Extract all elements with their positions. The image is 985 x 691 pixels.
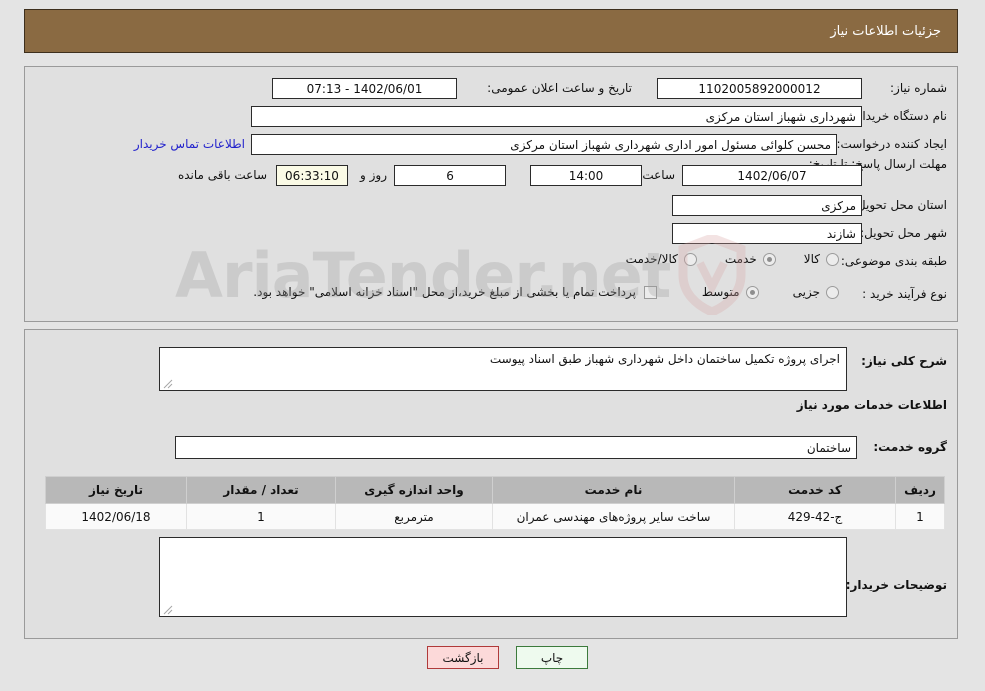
table-row: 1 ج-42-429 ساخت سایر پروژه‌های مهندسی عم… [45, 503, 945, 530]
treasury-bonds-checkbox[interactable] [644, 285, 657, 299]
process-option-jozei-label: جزیی [792, 285, 820, 299]
cell-qty: 1 [186, 503, 336, 530]
need-info-panel: شماره نیاز: 1102005892000012 تاریخ و ساع… [24, 66, 958, 322]
creator-label: ایجاد کننده درخواست: [836, 137, 947, 151]
resize-grip-icon[interactable] [163, 379, 173, 389]
col-name: نام خدمت [492, 476, 735, 504]
category-option-kala-khedmat[interactable]: کالا/خدمت [626, 252, 697, 266]
public-announce-label: تاریخ و ساعت اعلان عمومی: [487, 81, 632, 95]
service-group-label: گروه خدمت: [873, 440, 947, 454]
col-row: ردیف [895, 476, 945, 504]
need-description-label: شرح کلی نیاز: [861, 354, 947, 368]
province-label: استان محل تحویل: [852, 198, 947, 212]
city-value: شازند [672, 223, 862, 244]
city-label: شهر محل تحویل: [860, 226, 947, 240]
services-table: ردیف کد خدمت نام خدمت واحد اندازه گیری ت… [45, 476, 945, 530]
buyer-org-label: نام دستگاه خریدار: [852, 109, 948, 123]
page-header: جزئیات اطلاعات نیاز [24, 9, 958, 53]
treasury-bonds-row: پرداخت تمام یا بخشی از مبلغ خرید،از محل … [253, 285, 657, 299]
service-group-value: ساختمان [175, 436, 857, 459]
buyer-notes-label: توضیحات خریدار: [845, 578, 947, 592]
need-number-label: شماره نیاز: [890, 81, 947, 95]
public-announce-label-wrap: تاریخ و ساعت اعلان عمومی: [487, 81, 632, 95]
buyer-org-label-wrap: نام دستگاه خریدار: [853, 109, 948, 123]
deadline-hour-label: ساعت [642, 168, 675, 182]
category-option-khedmat-label: خدمت [724, 252, 757, 266]
buyer-notes-textarea[interactable] [159, 537, 847, 617]
city-label-wrap: شهر محل تحویل: [860, 226, 947, 240]
need-description-textarea[interactable]: اجرای پروژه تکمیل ساختمان داخل شهرداری ش… [159, 347, 847, 391]
need-number-value: 1102005892000012 [657, 78, 862, 99]
print-button[interactable]: چاپ [516, 646, 588, 669]
page-title: جزئیات اطلاعات نیاز [830, 23, 941, 39]
buyer-contact-link[interactable]: اطلاعات تماس خریدار [134, 137, 245, 151]
category-option-kala[interactable]: کالا [804, 252, 839, 266]
category-radio-group: کالا خدمت کالا/خدمت [626, 252, 839, 266]
public-announce-value: 1402/06/01 - 07:13 [272, 78, 457, 99]
buyer-org-value: شهرداری شهباز استان مرکزی [251, 106, 862, 127]
cell-date: 1402/06/18 [45, 503, 187, 530]
process-label: نوع فرآیند خرید : [862, 287, 947, 301]
category-option-kala-khedmat-label: کالا/خدمت [625, 252, 678, 266]
back-button[interactable]: بازگشت [427, 646, 499, 669]
creator-label-wrap: ایجاد کننده درخواست: [836, 137, 947, 151]
deadline-hour-value: 14:00 [530, 165, 642, 186]
category-label-wrap: طبقه بندی موضوعی: [841, 254, 947, 268]
category-option-khedmat[interactable]: خدمت [725, 252, 776, 266]
remaining-days-label: روز و [360, 168, 387, 182]
col-unit: واحد اندازه گیری [335, 476, 493, 504]
process-label-wrap: نوع فرآیند خرید : [862, 287, 947, 301]
radio-kala-khedmat-icon[interactable] [683, 252, 697, 266]
countdown-label: ساعت باقی مانده [177, 168, 267, 182]
col-qty: تعداد / مقدار [186, 476, 336, 504]
cell-code: ج-42-429 [734, 503, 896, 530]
category-label: طبقه بندی موضوعی: [840, 254, 947, 268]
province-value: مرکزی [672, 195, 862, 216]
deadline-label-wrap: مهلت ارسال پاسخ: تا تاریخ: [809, 157, 947, 172]
col-code: کد خدمت [734, 476, 896, 504]
process-option-motavaset[interactable]: متوسط [702, 285, 759, 299]
need-number-row: شماره نیاز: [890, 81, 947, 95]
table-header-row: ردیف کد خدمت نام خدمت واحد اندازه گیری ت… [45, 476, 945, 504]
treasury-bonds-text: پرداخت تمام یا بخشی از مبلغ خرید،از محل … [253, 285, 636, 299]
cell-name: ساخت سایر پروژه‌های مهندسی عمران [492, 503, 735, 530]
deadline-date-value: 1402/06/07 [682, 165, 862, 186]
resize-grip-icon[interactable] [163, 605, 173, 615]
process-option-motavaset-label: متوسط [701, 285, 740, 299]
services-section-title: اطلاعات خدمات مورد نیاز [796, 398, 947, 412]
process-radio-group: جزیی متوسط [702, 285, 839, 299]
radio-motavaset-icon[interactable] [745, 285, 759, 299]
creator-value: محسن کلوائی مسئول امور اداری شهرداری شهب… [251, 134, 837, 155]
cell-unit: مترمربع [335, 503, 493, 530]
radio-jozei-icon[interactable] [826, 285, 839, 299]
countdown-value: 06:33:10 [276, 165, 348, 186]
radio-kala-icon[interactable] [826, 252, 839, 266]
radio-khedmat-icon[interactable] [762, 252, 776, 266]
remaining-days-value: 6 [394, 165, 506, 186]
need-description-value: اجرای پروژه تکمیل ساختمان داخل شهرداری ش… [489, 352, 840, 366]
category-option-kala-label: کالا [803, 252, 820, 266]
province-label-wrap: استان محل تحویل: [853, 198, 947, 212]
process-option-jozei[interactable]: جزیی [793, 285, 839, 299]
cell-row: 1 [895, 503, 945, 530]
col-date: تاریخ نیاز [45, 476, 187, 504]
